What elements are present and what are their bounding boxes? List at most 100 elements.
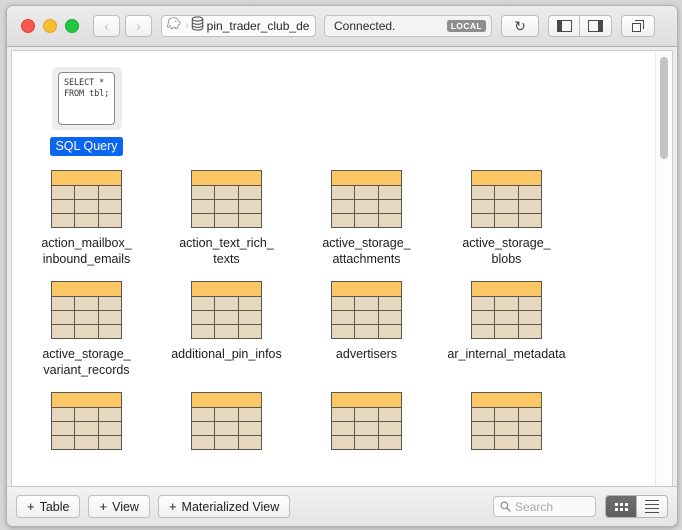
right-sidebar-icon [588, 20, 603, 32]
list-view-icon [645, 499, 659, 514]
table-icon-header [192, 393, 261, 408]
table-icon-header [192, 282, 261, 297]
minimize-button[interactable] [43, 19, 57, 33]
view-mode-switcher [605, 495, 668, 518]
table-icon-header [332, 393, 401, 408]
add-materialized-view-button[interactable]: + Materialized View [157, 495, 291, 518]
table-icon-header [472, 282, 541, 297]
list-view-button[interactable] [636, 496, 667, 517]
grid-view-button[interactable] [606, 496, 636, 517]
table-icon-body [52, 297, 121, 338]
table-icon [331, 281, 402, 339]
chevron-right-icon: › [136, 18, 141, 34]
sql-query-icon: SELECT * FROM tbl; [51, 67, 122, 130]
sql-query-item[interactable]: SELECT * FROM tbl; SQL Query [21, 67, 152, 156]
table-item[interactable]: action_text_rich_ texts [161, 170, 292, 267]
panel-toggle-group [548, 15, 612, 37]
toggle-right-sidebar-button[interactable] [580, 15, 612, 37]
table-icon [471, 281, 542, 339]
refresh-button[interactable]: ↻ [501, 15, 539, 37]
table-label: action_text_rich_ texts [179, 236, 274, 266]
add-materialized-view-label: Materialized View [181, 499, 280, 514]
table-label: ar_internal_metadata [447, 347, 566, 361]
table-item[interactable]: action_mailbox_ inbound_emails [21, 170, 152, 267]
table-label: advertisers [335, 347, 398, 361]
table-item[interactable] [441, 392, 572, 457]
table-icon-body [192, 408, 261, 449]
object-row: active_storage_ variant_records addition… [12, 281, 672, 378]
add-view-button[interactable]: + View [88, 495, 150, 518]
table-label: action_mailbox_ inbound_emails [41, 236, 132, 266]
table-icon-header [52, 171, 121, 186]
table-icon [191, 281, 262, 339]
table-icon-body [332, 297, 401, 338]
table-icon [471, 170, 542, 228]
table-item[interactable] [21, 392, 152, 457]
back-button[interactable]: ‹ [93, 15, 120, 37]
table-icon [331, 170, 402, 228]
table-item[interactable]: ar_internal_metadata [441, 281, 572, 378]
table-icon-header [472, 393, 541, 408]
left-sidebar-icon [556, 20, 572, 32]
table-item[interactable] [301, 392, 432, 457]
table-label: active_storage_ variant_records [42, 347, 131, 377]
table-icon-header [332, 171, 401, 186]
table-item[interactable]: advertisers [301, 281, 432, 378]
close-button[interactable] [21, 19, 35, 33]
table-item[interactable] [161, 392, 292, 457]
table-item[interactable]: active_storage_ blobs [441, 170, 572, 267]
bottom-toolbar: + Table + View + Materialized View Searc… [7, 486, 677, 526]
toggle-left-sidebar-button[interactable] [548, 15, 580, 37]
table-icon-body [192, 297, 261, 338]
table-icon-body [332, 186, 401, 227]
table-icon-header [192, 171, 261, 186]
elephant-icon [166, 16, 183, 36]
table-icon-header [332, 282, 401, 297]
window-stack-button[interactable] [621, 15, 655, 37]
table-icon-body [472, 297, 541, 338]
table-item[interactable]: active_storage_ variant_records [21, 281, 152, 378]
search-icon [500, 501, 511, 512]
zoom-button[interactable] [65, 19, 79, 33]
table-icon-body [472, 186, 541, 227]
add-table-button[interactable]: + Table [16, 495, 81, 518]
sql-query-label: SQL Query [50, 137, 123, 156]
table-label: active_storage_ attachments [322, 236, 411, 266]
database-name: pin_trader_club_develc [206, 19, 309, 33]
table-icon-body [52, 408, 121, 449]
table-icon-header [52, 393, 121, 408]
vertical-scrollbar[interactable] [655, 52, 671, 486]
plus-icon: + [99, 499, 108, 514]
table-icon-header [52, 282, 121, 297]
table-icon [51, 392, 122, 450]
table-icon-body [332, 408, 401, 449]
object-browser: SELECT * FROM tbl; SQL Query action_mail… [11, 50, 673, 486]
table-icon-body [472, 408, 541, 449]
table-icon [51, 281, 122, 339]
app-window: ‹ › › pin_trader_club_de Connected. LOCA… [6, 5, 678, 527]
table-icon [51, 170, 122, 228]
object-row: SELECT * FROM tbl; SQL Query [12, 67, 672, 156]
titlebar: ‹ › › pin_trader_club_de Connected. LOCA… [7, 6, 677, 47]
object-row: action_mailbox_ inbound_emails action_te… [12, 170, 672, 267]
refresh-icon: ↻ [514, 18, 526, 34]
search-field[interactable]: Search [493, 496, 596, 517]
table-icon-body [192, 186, 261, 227]
table-item[interactable]: active_storage_ attachments [301, 170, 432, 267]
table-icon [191, 170, 262, 228]
table-icon [471, 392, 542, 450]
sql-query-snippet: SELECT * FROM tbl; [58, 72, 115, 125]
table-icon [191, 392, 262, 450]
scrollbar-thumb[interactable] [659, 57, 668, 159]
plus-icon: + [27, 499, 35, 514]
traffic-lights [21, 19, 79, 33]
database-icon [191, 16, 204, 36]
table-item[interactable]: additional_pin_infos [161, 281, 292, 378]
object-grid: SELECT * FROM tbl; SQL Query action_mail… [12, 51, 672, 457]
add-table-label: Table [39, 499, 70, 514]
forward-button[interactable]: › [125, 15, 152, 37]
grid-view-icon [614, 502, 628, 511]
breadcrumb[interactable]: › pin_trader_club_develc [161, 15, 316, 37]
search-placeholder: Search [515, 499, 554, 514]
chevron-left-icon: ‹ [104, 18, 109, 34]
